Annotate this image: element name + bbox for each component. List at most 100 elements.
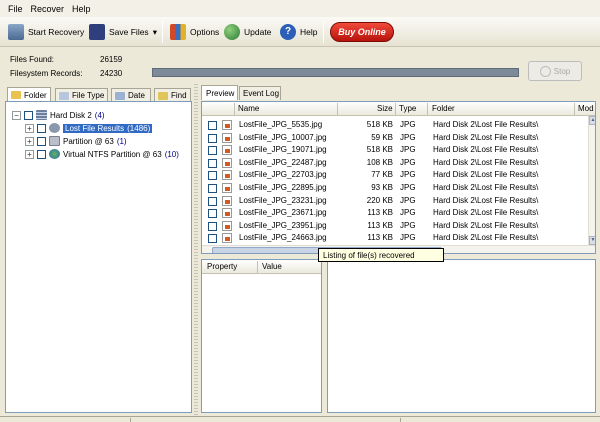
- hard-disk-icon: [36, 110, 47, 120]
- file-checkbox[interactable]: [208, 121, 217, 130]
- table-row[interactable]: LostFile_JPG_22895.jpg 93 KB JPG Hard Disk …: [202, 182, 588, 194]
- lost-files-icon: [49, 123, 60, 133]
- tree-checkbox[interactable]: [24, 110, 33, 120]
- menu-help[interactable]: Help: [72, 4, 91, 14]
- tree-node-lost-file-results[interactable]: + Lost File Results (1486): [25, 122, 153, 134]
- tab-event-log[interactable]: Event Log: [239, 86, 281, 100]
- stop-icon: [539, 65, 551, 77]
- scroll-up-icon[interactable]: ▲: [589, 116, 595, 125]
- menu-recover[interactable]: Recover: [31, 4, 65, 14]
- status-cell: [400, 418, 600, 422]
- help-label: Help: [300, 27, 318, 37]
- file-size: 59 KB: [371, 132, 393, 142]
- file-folder: Hard Disk 2\Lost File Results\: [433, 120, 539, 129]
- expand-icon[interactable]: +: [25, 136, 34, 146]
- column-modified[interactable]: Mod: [578, 104, 594, 113]
- file-checkbox[interactable]: [208, 146, 217, 156]
- column-type[interactable]: Type: [399, 104, 416, 113]
- tooltip: Listing of file(s) recovered: [318, 248, 444, 262]
- expand-icon[interactable]: +: [25, 123, 34, 133]
- file-checkbox[interactable]: [208, 133, 217, 143]
- tab-preview[interactable]: Preview: [201, 85, 238, 100]
- tree-node-hard-disk[interactable]: − Hard Disk 2 (4): [12, 109, 105, 121]
- jpg-file-icon: [222, 132, 232, 143]
- file-checkbox[interactable]: [208, 221, 217, 231]
- file-checkbox[interactable]: [208, 196, 217, 206]
- calendar-icon: [115, 91, 125, 100]
- tree-checkbox[interactable]: [37, 149, 46, 159]
- tab-file-type[interactable]: File Type: [55, 88, 108, 102]
- save-files-button[interactable]: Save Files ▾: [89, 22, 157, 42]
- table-row[interactable]: LostFile_JPG_23671.jpg 113 KB JPG Hard Disk…: [202, 207, 588, 219]
- file-checkbox[interactable]: [208, 158, 217, 168]
- column-size[interactable]: Size: [377, 104, 393, 113]
- column-divider: [395, 103, 396, 115]
- toolbar: Start Recovery Save Files ▾ Options Upda…: [0, 17, 600, 47]
- file-name: LostFile_JPG_19071.jpg: [239, 145, 327, 155]
- virtual-partition-icon: [49, 149, 60, 159]
- column-name[interactable]: Name: [238, 104, 259, 113]
- buy-online-button[interactable]: Buy Online: [330, 22, 394, 42]
- start-recovery-button[interactable]: Start Recovery: [8, 22, 84, 42]
- tab-find[interactable]: Find: [154, 88, 191, 102]
- column-value[interactable]: Value: [262, 262, 282, 271]
- table-row[interactable]: LostFile_JPG_23951.jpg 113 KB JPG Hard Disk…: [202, 220, 588, 232]
- file-folder: Hard Disk 2\Lost File Results\: [433, 132, 539, 142]
- toolbar-separator: [323, 21, 324, 43]
- menu-bar: File Recover Help: [0, 0, 600, 17]
- file-checkbox[interactable]: [208, 171, 217, 181]
- partition-icon: [49, 136, 60, 146]
- scroll-down-icon[interactable]: ▼: [589, 236, 595, 245]
- jpg-file-icon: [222, 208, 232, 219]
- panel-splitter[interactable]: [194, 84, 198, 416]
- table-row[interactable]: LostFile_JPG_24663.jpg 113 KB JPG Hard Disk…: [202, 232, 588, 244]
- update-button[interactable]: Update: [224, 22, 271, 42]
- column-divider: [234, 103, 235, 115]
- menu-file[interactable]: File: [8, 4, 23, 14]
- file-type: JPG: [400, 170, 416, 180]
- property-panel: Property Value: [201, 259, 322, 413]
- table-row[interactable]: LostFile_JPG_22703.jpg 77 KB JPG Hard Disk …: [202, 169, 588, 181]
- stop-button[interactable]: Stop: [528, 61, 582, 81]
- vertical-scrollbar[interactable]: ▲ ▼: [588, 116, 595, 245]
- tree-checkbox[interactable]: [37, 123, 46, 133]
- file-type: JPG: [400, 132, 416, 142]
- options-button[interactable]: Options: [170, 22, 219, 42]
- tab-folder[interactable]: Folder: [7, 87, 51, 102]
- file-checkbox[interactable]: [208, 184, 217, 193]
- file-folder: Hard Disk 2\Lost File Results\: [433, 157, 539, 167]
- tab-date-label: Date: [128, 91, 145, 100]
- jpg-file-icon: [222, 120, 232, 130]
- tree-node-selected: Lost File Results (1486): [63, 123, 153, 133]
- tree-node-virtual-ntfs[interactable]: + Virtual NTFS Partition @ 63 (10): [25, 148, 179, 160]
- column-property[interactable]: Property: [207, 262, 237, 271]
- file-type: JPG: [400, 220, 416, 230]
- collapse-icon[interactable]: −: [12, 110, 21, 120]
- file-folder: Hard Disk 2\Lost File Results\: [433, 208, 539, 218]
- jpg-file-icon: [222, 195, 232, 206]
- column-divider: [257, 261, 258, 273]
- table-row[interactable]: LostFile_JPG_22487.jpg 108 KB JPG Hard Disk…: [202, 157, 588, 169]
- file-folder: Hard Disk 2\Lost File Results\: [433, 183, 539, 192]
- start-recovery-label: Start Recovery: [28, 27, 85, 37]
- file-checkbox[interactable]: [208, 209, 217, 219]
- file-folder: Hard Disk 2\Lost File Results\: [433, 195, 539, 205]
- file-name: LostFile_JPG_23671.jpg: [239, 208, 327, 218]
- floppy-disk-icon: [89, 24, 105, 40]
- table-row[interactable]: LostFile_JPG_23231.jpg 220 KB JPG Hard Disk…: [202, 195, 588, 207]
- table-row[interactable]: LostFile_JPG_10007.jpg 59 KB JPG Hard Disk …: [202, 132, 588, 144]
- tab-date[interactable]: Date: [111, 88, 151, 102]
- column-folder[interactable]: Folder: [432, 104, 455, 113]
- expand-icon[interactable]: +: [25, 149, 34, 159]
- tree-node-partition[interactable]: + Partition @ 63 (1): [25, 135, 127, 147]
- tree-node-label: Partition @ 63: [63, 136, 114, 146]
- scan-progress-bar: [152, 68, 519, 77]
- file-checkbox[interactable]: [208, 234, 217, 244]
- tree-node-label: Lost File Results: [65, 123, 125, 133]
- save-files-dropdown-icon[interactable]: ▾: [153, 27, 157, 38]
- help-button[interactable]: ? Help: [280, 22, 317, 42]
- table-row[interactable]: LostFile_JPG_19071.jpg 518 KB JPG Hard Disk…: [202, 144, 588, 156]
- options-icon: [170, 24, 186, 40]
- tree-checkbox[interactable]: [37, 136, 46, 146]
- table-row[interactable]: LostFile_JPG_5535.jpg 518 KB JPG Hard Disk …: [202, 119, 588, 131]
